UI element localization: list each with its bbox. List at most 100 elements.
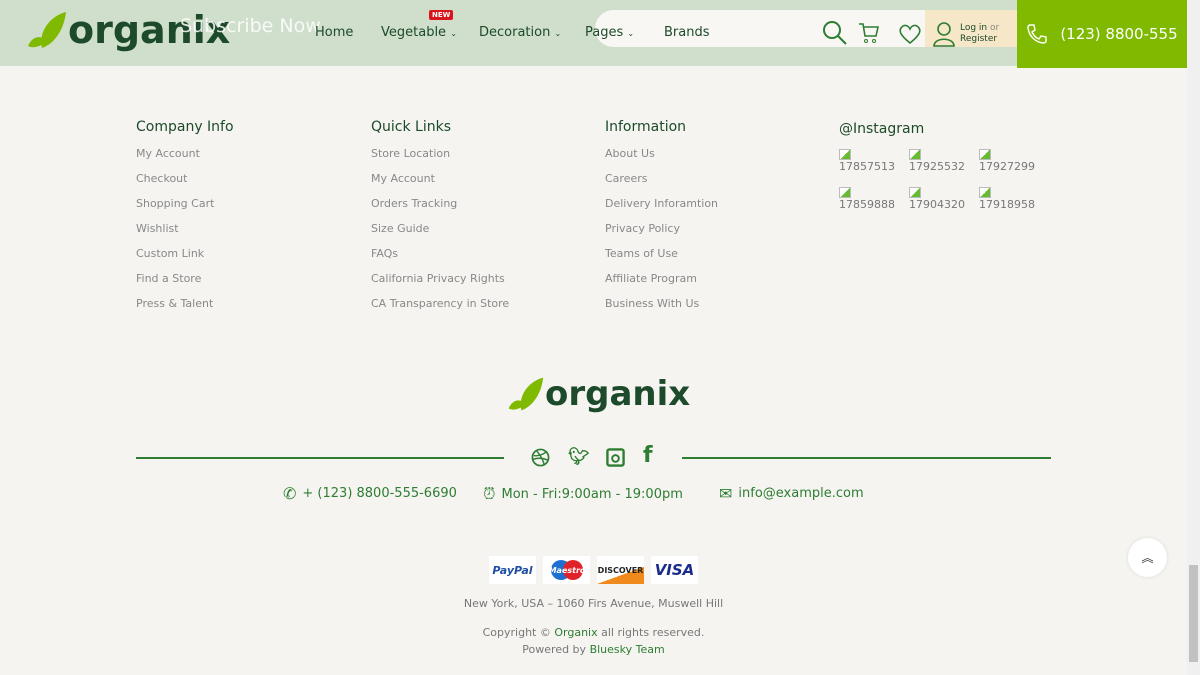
footer-link[interactable]: Store Location	[371, 147, 509, 172]
footer-link[interactable]: About Us	[605, 147, 718, 172]
facebook-icon[interactable]: f	[643, 443, 653, 468]
image-alt: 179189582	[979, 198, 1035, 211]
instagram-icon[interactable]	[606, 448, 625, 467]
nav-vegetable[interactable]: Vegetable ⌄	[381, 25, 457, 40]
scrollbar[interactable]	[1187, 0, 1200, 675]
new-badge: NEW	[429, 10, 454, 20]
twitter-icon[interactable]: 🐦︎	[568, 447, 590, 467]
contact-phone-text: + (123) 8800-555-6690	[302, 486, 457, 501]
footer-link[interactable]: Careers	[605, 172, 718, 197]
broken-image-icon	[979, 149, 991, 160]
image-alt: 179272995	[979, 160, 1035, 173]
footer-link[interactable]: FAQs	[371, 247, 509, 272]
powered-by: Powered by Bluesky Team	[0, 643, 1187, 656]
column-title: Information	[605, 119, 687, 135]
dribbble-icon[interactable]	[531, 448, 550, 467]
discover-logo: DISCOVER	[597, 556, 644, 584]
phone-icon: ✆	[283, 484, 297, 503]
contact-hours: ⏰︎ Mon - Fri:9:00am - 19:00pm	[483, 484, 683, 504]
nav-decoration[interactable]: Decoration ⌄	[479, 25, 561, 40]
svg-text:Maestro: Maestro	[548, 566, 585, 575]
image-alt: 179043207	[909, 198, 965, 211]
image-alt: 179255324	[909, 160, 965, 173]
phone-number: (123) 8800-555	[1060, 25, 1178, 43]
contact-phone[interactable]: ✆ + (123) 8800-555-6690	[283, 484, 457, 503]
footer-link[interactable]: Shopping Cart	[136, 197, 234, 222]
broken-image-icon	[909, 187, 921, 198]
footer-link[interactable]: Privacy Policy	[605, 222, 718, 247]
subscribe-ghost-text: Subscribe Now	[180, 15, 321, 37]
footer-link[interactable]: My Account	[371, 172, 509, 197]
logo-text: organix	[545, 374, 691, 414]
login-link[interactable]: Log in	[960, 23, 987, 33]
footer-link[interactable]: Custom Link	[136, 247, 234, 272]
cart-icon[interactable]	[858, 22, 880, 44]
contact-hours-text: Mon - Fri:9:00am - 19:00pm	[501, 486, 683, 502]
leaf-icon	[28, 12, 66, 48]
column-company-info: Company Info My Account Checkout Shopping …	[136, 119, 234, 322]
footer-link[interactable]: Affiliate Program	[605, 272, 718, 297]
footer-link[interactable]: Press & Talent	[136, 297, 234, 322]
register-link[interactable]: Register	[960, 34, 997, 44]
instagram-image[interactable]: 179272995	[979, 149, 1035, 173]
brand-link[interactable]: Organix	[554, 626, 597, 639]
footer-link[interactable]: Business With Us	[605, 297, 718, 322]
address: New York, USA – 1060 Firs Avenue, Muswel…	[463, 597, 724, 610]
footer-link[interactable]: Find a Store	[136, 272, 234, 297]
footer-link[interactable]: Delivery Inforamtion	[605, 197, 718, 222]
column-instagram: @Instagram 178575135 179255324 179272995…	[839, 121, 1049, 211]
nav-label: Vegetable	[381, 25, 447, 40]
column-title: @Instagram	[839, 121, 925, 137]
heart-icon[interactable]	[898, 23, 922, 45]
scrollbar-thumb[interactable]	[1189, 565, 1198, 662]
instagram-image[interactable]: 178575135	[839, 149, 895, 173]
column-title: Quick Links	[371, 119, 452, 135]
alarm-clock-icon: ⏰︎	[483, 484, 496, 503]
nav-label: Decoration	[479, 25, 551, 40]
maestro-logo: Maestro	[543, 556, 590, 584]
divider-left	[136, 457, 504, 459]
envelope-icon: ✉	[719, 484, 733, 503]
column-quick-links: Quick Links Store Location My Account Orde…	[371, 119, 509, 322]
footer-link[interactable]: Orders Tracking	[371, 197, 509, 222]
search-bar[interactable]	[595, 10, 935, 47]
footer-link[interactable]: Teams of Use	[605, 247, 718, 272]
chevron-down-icon: ⌄	[627, 29, 635, 38]
leaf-icon	[508, 377, 544, 411]
instagram-image[interactable]: 179189582	[979, 187, 1035, 211]
paypal-logo: PayPal	[489, 556, 536, 584]
copyright-text: all rights reserved.	[601, 626, 705, 639]
visa-logo: VISA	[651, 556, 698, 584]
copyright: Copyright © Organix all rights reserved.	[0, 626, 1187, 639]
copyright-text: Copyright ©	[482, 626, 551, 639]
phone-icon	[1027, 24, 1048, 44]
nav-brands[interactable]: Brands	[664, 25, 710, 40]
footer-link[interactable]: California Privacy Rights	[371, 272, 509, 297]
nav-home[interactable]: Home	[315, 25, 353, 40]
bluesky-link[interactable]: Bluesky Team	[590, 643, 665, 656]
chevron-down-icon: ⌄	[554, 29, 562, 38]
user-icon[interactable]	[932, 21, 956, 47]
or-text: or	[990, 23, 1000, 33]
contact-email[interactable]: ✉ info@example.com	[719, 484, 864, 503]
login-register: Log in or Register	[960, 23, 999, 45]
chevron-down-icon: ⌄	[450, 29, 457, 38]
back-to-top-button[interactable]: ︽	[1128, 538, 1167, 577]
broken-image-icon	[839, 187, 851, 198]
broken-image-icon	[979, 187, 991, 198]
header-phone[interactable]: (123) 8800-555	[1017, 0, 1187, 68]
broken-image-icon	[839, 149, 851, 160]
column-title: Company Info	[136, 119, 234, 135]
footer-link[interactable]: Size Guide	[371, 222, 509, 247]
footer-link[interactable]: Checkout	[136, 172, 234, 197]
instagram-image[interactable]: 179043207	[909, 187, 965, 211]
search-icon[interactable]	[822, 20, 848, 46]
instagram-image[interactable]: 178598885	[839, 187, 895, 211]
footer-logo[interactable]: organix	[505, 372, 690, 416]
footer-link[interactable]: My Account	[136, 147, 234, 172]
instagram-image[interactable]: 179255324	[909, 149, 965, 173]
contact-email-text: info@example.com	[738, 486, 864, 501]
footer-link[interactable]: Wishlist	[136, 222, 234, 247]
footer-link[interactable]: CA Transparency in Store	[371, 297, 509, 322]
nav-pages[interactable]: Pages ⌄	[585, 25, 634, 40]
